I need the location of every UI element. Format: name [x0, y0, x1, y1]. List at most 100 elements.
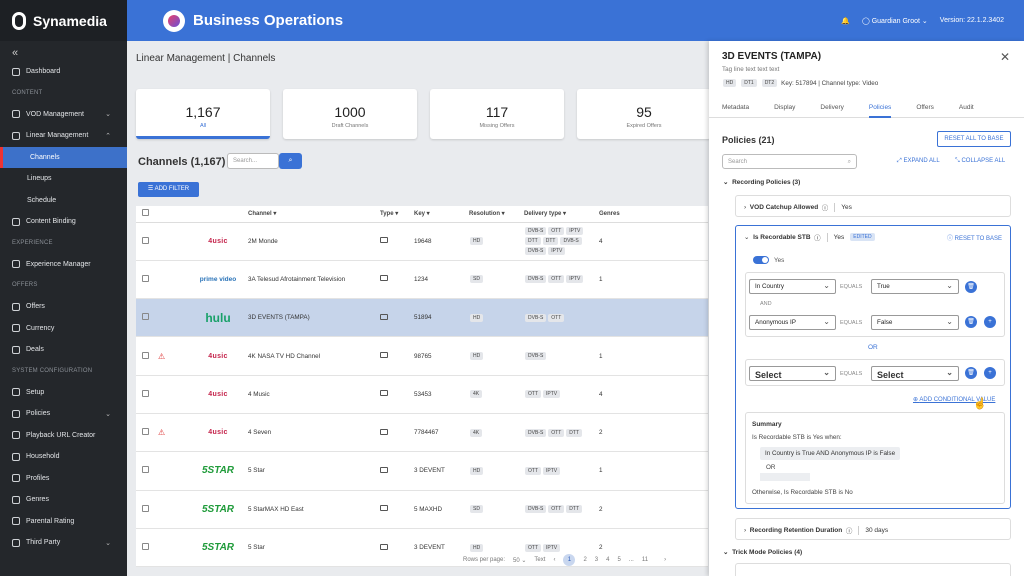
add-filter-button[interactable]: ☰ ADD FILTER: [138, 182, 199, 197]
condition-value-select[interactable]: Select: [871, 366, 959, 381]
sidebar-item-content-binding[interactable]: Content Binding: [0, 211, 127, 233]
table-row[interactable]: 4usic 4 Music 53453 4K OTT IPTV 4: [136, 375, 708, 414]
chevron-right-icon[interactable]: ›: [744, 527, 746, 534]
info-icon[interactable]: ⓘ: [822, 202, 829, 212]
table-row[interactable]: ⚠ 4usic 4K NASA TV HD Channel 98765 HD DVB-S 1: [136, 336, 708, 376]
sidebar-item-schedule[interactable]: Schedule: [0, 190, 127, 212]
sidebar-item-channels[interactable]: Channels: [0, 146, 127, 168]
info-icon[interactable]: ⓘ: [814, 232, 821, 242]
add-condition-icon[interactable]: +: [984, 316, 996, 328]
stat-card-all[interactable]: 1,167 All: [136, 89, 270, 139]
checkbox[interactable]: [142, 209, 149, 217]
channel-search-input[interactable]: Search...: [227, 153, 279, 169]
checkbox[interactable]: [142, 466, 149, 474]
page-button[interactable]: ...: [629, 557, 634, 563]
prev-page-button[interactable]: Text: [534, 557, 545, 563]
condition-field-select[interactable]: Select: [749, 366, 836, 381]
search-button[interactable]: ⌕: [279, 153, 302, 169]
sidebar-item-genres[interactable]: Genres: [0, 489, 127, 511]
tab-metadata[interactable]: Metadata: [722, 101, 749, 118]
close-icon[interactable]: ✕: [1000, 50, 1010, 64]
chevron-left-icon[interactable]: ‹: [553, 557, 555, 563]
collapse-all-button[interactable]: ⤡ COLLAPSE ALL: [955, 158, 1005, 165]
page-button[interactable]: 3: [595, 557, 598, 563]
stat-card-draft-channels[interactable]: 1000 Draft Channels: [283, 89, 417, 139]
tab-display[interactable]: Display: [774, 101, 795, 118]
column-channel[interactable]: Channel ▾: [248, 206, 380, 223]
chevron-right-icon[interactable]: ›: [744, 204, 746, 211]
column-resolution[interactable]: Resolution ▾: [469, 206, 524, 223]
stat-card-missing-offers[interactable]: 117 Missing Offers: [430, 89, 564, 139]
sidebar-item-setup[interactable]: Setup: [0, 382, 127, 404]
chevron-right-icon[interactable]: ›: [664, 557, 666, 563]
table-row[interactable]: hulu 3D EVENTS (TAMPA) 51894 HD DVB-S OTT: [136, 298, 708, 338]
sidebar-item-third-party[interactable]: Third Party ⌄: [0, 532, 127, 554]
page-button[interactable]: 2: [583, 557, 586, 563]
retention-policy[interactable]: › Recording Retention Duration ⓘ 30 days: [735, 518, 1011, 540]
checkbox[interactable]: [142, 236, 149, 244]
page-button[interactable]: 4: [606, 557, 609, 563]
sidebar-item-household[interactable]: Household: [0, 446, 127, 468]
delete-icon[interactable]: 🗑: [965, 316, 977, 328]
table-row[interactable]: prime video 3A Telesud Afrotainment Telev…: [136, 260, 708, 300]
table-row[interactable]: 5STAR 5 Star 3 DEVENT HD OTT IPTV 1: [136, 451, 708, 491]
bell-icon[interactable]: 🔔: [841, 17, 850, 25]
checkbox[interactable]: [142, 313, 149, 321]
table-row[interactable]: 5STAR 5 StarMAX HD East 5 MAXHD SD DVB-S OTT D…: [136, 490, 708, 529]
toggle-switch[interactable]: [753, 256, 769, 264]
tab-audit[interactable]: Audit: [959, 101, 974, 118]
add-condition-icon[interactable]: +: [984, 367, 996, 379]
condition-value-select[interactable]: True: [871, 279, 959, 294]
sidebar-item-currency[interactable]: Currency: [0, 318, 127, 340]
sidebar-item-lineups[interactable]: Lineups: [0, 168, 127, 190]
checkbox[interactable]: [142, 389, 149, 397]
page-button[interactable]: 11: [642, 557, 648, 563]
tab-delivery[interactable]: Delivery: [820, 101, 843, 118]
sidebar-item-linear-management[interactable]: Linear Management ⌃: [0, 125, 127, 147]
checkbox[interactable]: [142, 428, 149, 436]
reset-all-button[interactable]: RESET ALL TO BASE: [937, 131, 1011, 147]
table-row[interactable]: ⚠ 4usic 4 Seven 7784467 4K DVB-S OTT DTT 2: [136, 413, 708, 453]
sidebar-item-playback-url-creator[interactable]: Playback URL Creator: [0, 425, 127, 447]
column-genres[interactable]: Genres: [599, 206, 708, 223]
policy-search-input[interactable]: Search ⌕: [722, 154, 857, 169]
column-type[interactable]: Type ▾: [380, 206, 414, 223]
sidebar-item-dashboard[interactable]: Dashboard: [0, 61, 127, 83]
expand-all-button[interactable]: ⤢ EXPAND ALL: [897, 158, 940, 165]
condition-field-select[interactable]: Anonymous IP: [749, 315, 836, 330]
sidebar-item-offers[interactable]: Offers: [0, 296, 127, 318]
checkbox[interactable]: [142, 351, 149, 359]
sidebar-item-profiles[interactable]: Profiles: [0, 468, 127, 490]
delete-icon[interactable]: 🗑: [965, 367, 977, 379]
default-value-toggle[interactable]: Yes: [753, 256, 784, 264]
checkbox[interactable]: [142, 274, 149, 282]
user-menu[interactable]: ◯ Guardian Groot ⌄: [862, 17, 928, 25]
condition-value-select[interactable]: False: [871, 315, 959, 330]
column-delivery-type[interactable]: Delivery type ▾: [524, 206, 599, 223]
trick-mode-toggle[interactable]: ⌄ Trick Mode Policies (4): [723, 548, 802, 556]
rows-per-page-select[interactable]: 50 ⌄: [513, 557, 526, 564]
chevron-down-icon[interactable]: ⌄: [744, 233, 749, 241]
sidebar-item-policies[interactable]: Policies ⌄: [0, 403, 127, 425]
tab-policies[interactable]: Policies: [868, 101, 892, 118]
delete-icon[interactable]: 🗑: [965, 281, 977, 293]
condition-field-select[interactable]: In Country: [749, 279, 836, 294]
info-icon[interactable]: ⓘ: [846, 525, 853, 535]
tab-offers[interactable]: Offers: [916, 101, 934, 118]
sidebar-item-parental-rating[interactable]: Parental Rating: [0, 511, 127, 533]
reset-to-base-button[interactable]: ⓘ RESET TO BASE: [947, 233, 1002, 242]
checkbox[interactable]: [142, 543, 149, 551]
sidebar-item-vod-management[interactable]: VOD Management ⌄: [0, 104, 127, 126]
vod-catchup-policy[interactable]: › VOD Catchup Allowed ⓘ Yes: [735, 195, 1011, 217]
page-button[interactable]: 5: [617, 557, 620, 563]
page-button[interactable]: 1: [563, 554, 576, 566]
checkbox[interactable]: [142, 504, 149, 512]
sidebar-item-experience-manager[interactable]: Experience Manager: [0, 254, 127, 276]
recording-policies-toggle[interactable]: ⌄ Recording Policies (3): [723, 178, 800, 186]
table-row[interactable]: 4usic 2M Monde 19648 HD DVB-S OTT IPTVDTT DTT DV…: [136, 222, 708, 261]
collapse-sidebar-icon[interactable]: «: [0, 41, 127, 61]
sidebar-item-deals[interactable]: Deals: [0, 339, 127, 361]
stat-card-expired-offers[interactable]: 95 Expired Offers: [577, 89, 711, 139]
column-key[interactable]: Key ▾: [414, 206, 469, 223]
brand-logo[interactable]: Synamedia: [0, 0, 127, 41]
